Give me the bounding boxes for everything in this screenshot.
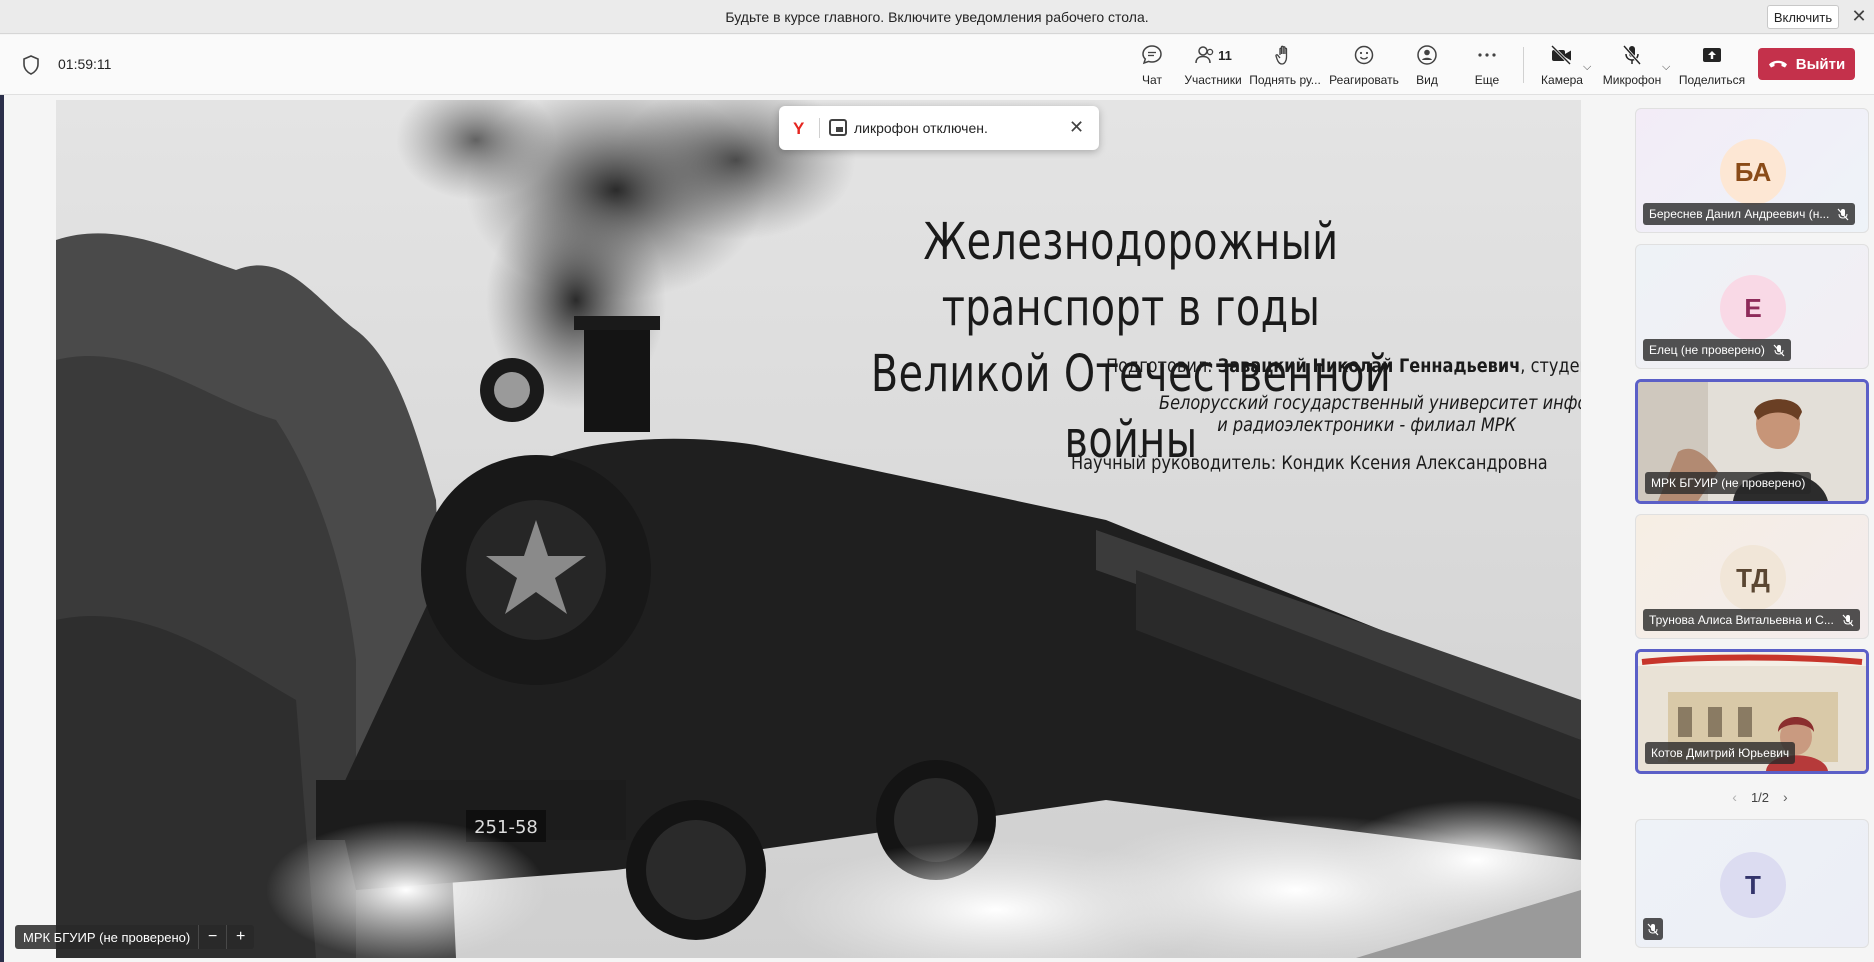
toast-close-icon[interactable]: ✕ — [1069, 117, 1084, 138]
pager-text: 1/2 — [1750, 789, 1770, 805]
camera-label: Камера — [1541, 73, 1583, 87]
participant-name: МРК БГУИР (не проверено) — [1651, 476, 1806, 490]
prepared-prefix: Подготовил: — [1106, 355, 1218, 377]
participants-button[interactable]: 11 Участники — [1180, 43, 1246, 91]
chat-label: Чат — [1142, 73, 1162, 87]
prepared-name: Завацкий Николай Геннадьевич — [1217, 355, 1521, 377]
zoom-in-button[interactable]: + — [226, 925, 254, 949]
participant-name-tag: Котов Дмитрий Юрьевич — [1645, 742, 1796, 764]
enable-notifications-button[interactable]: Включить — [1767, 5, 1839, 29]
next-page-icon[interactable]: › — [1783, 789, 1788, 805]
raise-hand-label: Поднять ру... — [1249, 73, 1321, 87]
toast-text: ликрофон отключен. — [854, 120, 988, 136]
zoom-out-button[interactable]: − — [198, 925, 226, 949]
participant-name-tag — [1643, 918, 1663, 940]
microphone-button[interactable]: Микрофон — [1601, 43, 1663, 91]
participant-name: Береснев Данил Андреевич (н... — [1649, 207, 1830, 221]
yandex-icon: Y — [793, 119, 805, 138]
camera-options-chevron-icon[interactable]: ⌵ — [1583, 61, 1591, 74]
view-button[interactable]: Вид — [1412, 43, 1442, 91]
participant-tile[interactable]: Е Елец (не проверено) — [1635, 244, 1869, 369]
chat-button[interactable]: Чат — [1137, 43, 1167, 91]
toast-separator — [819, 118, 820, 138]
chat-icon — [1141, 43, 1163, 67]
avatar: ТД — [1720, 545, 1786, 611]
toolbar-divider — [1523, 47, 1524, 83]
smiley-icon — [1353, 43, 1375, 67]
mic-muted-toast: Y ликрофон отключен. ✕ — [779, 106, 1099, 150]
raise-hand-button[interactable]: Поднять ру... — [1249, 43, 1321, 91]
shield-icon[interactable] — [22, 55, 40, 75]
participant-name-tag: Трунова Алиса Витальевна и С... — [1643, 609, 1860, 631]
hang-up-icon — [1768, 60, 1787, 68]
avatar: Т — [1720, 852, 1786, 918]
participant-tile-video[interactable]: Котов Дмитрий Юрьевич — [1635, 649, 1869, 774]
more-label: Еще — [1474, 73, 1500, 87]
participant-name: Елец (не проверено) — [1649, 343, 1765, 357]
university-line-2: и радиоэлектроники - филиал МРК — [1217, 414, 1516, 436]
participant-tile[interactable]: БА Береснев Данил Андреевич (н... — [1635, 108, 1869, 233]
previous-page-icon[interactable]: ‹ — [1732, 789, 1737, 805]
mic-off-icon — [1842, 614, 1854, 626]
hand-icon — [1274, 43, 1296, 67]
shared-screen-stage[interactable]: 251-58 Железнодорожный транспорт в годы … — [56, 100, 1581, 958]
more-button[interactable]: Еще — [1472, 43, 1502, 91]
share-button[interactable]: Поделиться — [1678, 43, 1746, 91]
avatar: Е — [1720, 275, 1786, 341]
mic-options-chevron-icon[interactable]: ⌵ — [1662, 61, 1670, 74]
react-button[interactable]: Реагировать — [1329, 43, 1399, 91]
university-line-1: Белорусский государственный университет … — [1159, 392, 1581, 414]
participant-name: Котов Дмитрий Юрьевич — [1651, 746, 1790, 760]
tile-pager: ‹ 1/2 › — [1715, 789, 1805, 805]
participants-label: Участники — [1184, 73, 1242, 87]
react-label: Реагировать — [1329, 73, 1399, 87]
meeting-timer: 01:59:11 — [58, 56, 112, 72]
left-edge-strip — [0, 95, 4, 962]
microphone-label: Микрофон — [1602, 73, 1662, 87]
slide-advisor: Научный руководитель: Кондик Ксения Алек… — [1071, 452, 1548, 474]
close-notification-icon[interactable]: ✕ — [1849, 6, 1869, 26]
participant-name-tag: Береснев Данил Андреевич (н... — [1643, 203, 1856, 225]
participant-tile[interactable]: Т — [1635, 819, 1869, 948]
camera-off-icon — [1550, 43, 1574, 67]
notification-text: Будьте в курсе главного. Включите уведом… — [725, 9, 1149, 25]
self-view-label: МРК БГУИР (не проверено) − + — [15, 925, 255, 949]
mic-off-icon — [1647, 923, 1659, 935]
camera-button[interactable]: Камера — [1540, 43, 1584, 91]
participants-count: 11 — [1218, 47, 1232, 63]
mic-off-icon — [1621, 43, 1643, 67]
prepared-suffix: , студент — [1520, 355, 1581, 377]
participant-name-tag: Елец (не проверено) — [1643, 339, 1791, 361]
participant-name: Трунова Алиса Витальевна и С... — [1649, 613, 1834, 627]
view-icon — [1416, 43, 1438, 67]
mic-off-icon — [1837, 208, 1849, 220]
slide-title-line-1: Железнодорожный транспорт в годы — [923, 213, 1339, 338]
picture-in-picture-icon[interactable] — [829, 119, 847, 136]
participant-name-tag: МРК БГУИР (не проверено) — [1645, 472, 1812, 494]
meeting-toolbar: 01:59:11 Чат 11 Участники Поднять ру... … — [0, 35, 1874, 95]
view-label: Вид — [1416, 73, 1438, 87]
share-label: Поделиться — [1678, 73, 1746, 87]
people-icon: 11 — [1194, 43, 1232, 67]
participant-tile-video[interactable]: МРК БГУИР (не проверено) — [1635, 379, 1869, 504]
mic-off-icon — [1773, 344, 1785, 356]
slide-prepared-by: Подготовил: Завацкий Николай Геннадьевич… — [1106, 355, 1581, 377]
notification-bar: Будьте в курсе главного. Включите уведом… — [0, 0, 1874, 34]
more-icon — [1476, 43, 1498, 67]
share-icon — [1701, 43, 1723, 67]
slide-university: Белорусский государственный университет … — [1159, 392, 1581, 436]
leave-label: Выйти — [1795, 55, 1846, 73]
participant-tile[interactable]: ТД Трунова Алиса Витальевна и С... — [1635, 514, 1869, 639]
leave-button[interactable]: Выйти — [1758, 48, 1855, 80]
self-view-name: МРК БГУИР (не проверено) — [23, 929, 191, 945]
avatar: БА — [1720, 139, 1786, 205]
